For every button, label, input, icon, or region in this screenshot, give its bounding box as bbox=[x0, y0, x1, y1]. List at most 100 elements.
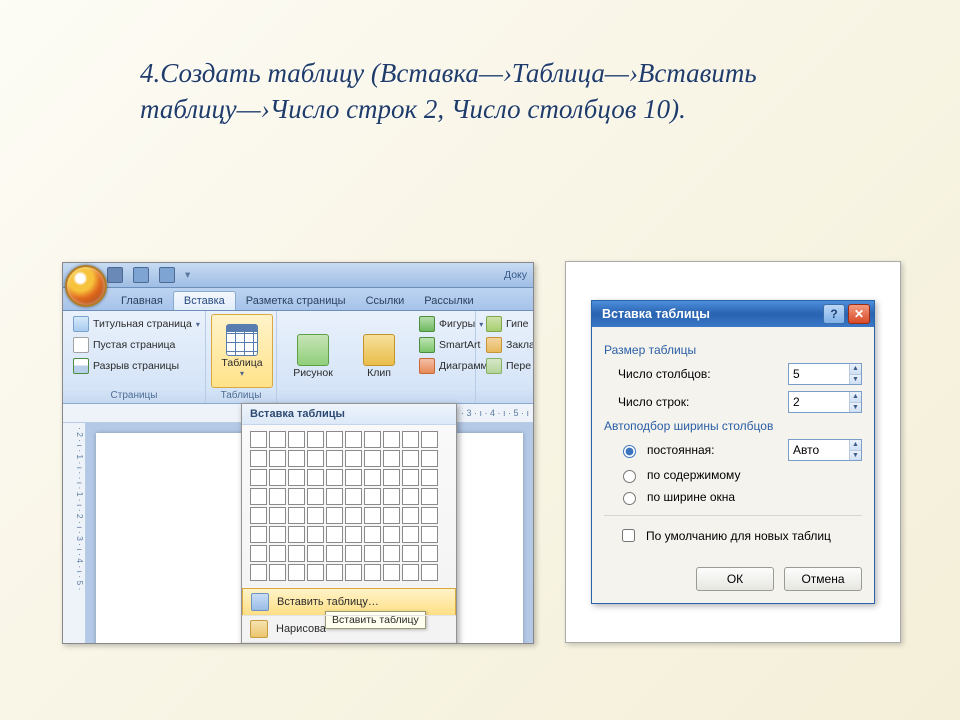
grid-cell[interactable] bbox=[269, 545, 286, 562]
grid-cell[interactable] bbox=[345, 545, 362, 562]
grid-cell[interactable] bbox=[383, 469, 400, 486]
table-size-grid[interactable] bbox=[242, 425, 456, 589]
grid-cell[interactable] bbox=[250, 431, 267, 448]
grid-cell[interactable] bbox=[250, 545, 267, 562]
remember-checkbox[interactable] bbox=[622, 529, 635, 542]
columns-spinner[interactable]: ▲ ▼ bbox=[788, 363, 862, 385]
rows-input[interactable] bbox=[789, 392, 849, 412]
redo-icon[interactable] bbox=[159, 267, 175, 283]
grid-cell[interactable] bbox=[269, 488, 286, 505]
grid-cell[interactable] bbox=[421, 488, 438, 505]
grid-cell[interactable] bbox=[307, 545, 324, 562]
page-break-button[interactable]: Разрыв страницы bbox=[68, 356, 200, 376]
grid-cell[interactable] bbox=[364, 469, 381, 486]
grid-cell[interactable] bbox=[345, 507, 362, 524]
blank-page-button[interactable]: Пустая страница bbox=[68, 335, 200, 355]
grid-cell[interactable] bbox=[307, 507, 324, 524]
grid-cell[interactable] bbox=[307, 488, 324, 505]
grid-cell[interactable] bbox=[421, 507, 438, 524]
autofit-window-radio[interactable] bbox=[623, 492, 636, 505]
grid-cell[interactable] bbox=[364, 545, 381, 562]
grid-cell[interactable] bbox=[421, 526, 438, 543]
close-button[interactable]: ✕ bbox=[848, 304, 870, 324]
columns-down[interactable]: ▼ bbox=[850, 374, 861, 385]
grid-cell[interactable] bbox=[364, 526, 381, 543]
table-button[interactable]: Таблица ▾ bbox=[211, 314, 273, 388]
grid-cell[interactable] bbox=[402, 431, 419, 448]
crossref-button[interactable]: Пере bbox=[481, 356, 534, 376]
help-button[interactable]: ? bbox=[823, 304, 845, 324]
grid-cell[interactable] bbox=[402, 488, 419, 505]
grid-cell[interactable] bbox=[326, 526, 343, 543]
ok-button[interactable]: ОК bbox=[696, 567, 774, 591]
grid-cell[interactable] bbox=[307, 526, 324, 543]
tab-references[interactable]: Ссылки bbox=[356, 292, 415, 310]
grid-cell[interactable] bbox=[269, 469, 286, 486]
grid-cell[interactable] bbox=[383, 431, 400, 448]
grid-cell[interactable] bbox=[383, 488, 400, 505]
grid-cell[interactable] bbox=[269, 526, 286, 543]
columns-up[interactable]: ▲ bbox=[850, 364, 861, 374]
grid-cell[interactable] bbox=[250, 488, 267, 505]
grid-cell[interactable] bbox=[421, 450, 438, 467]
grid-cell[interactable] bbox=[383, 526, 400, 543]
grid-cell[interactable] bbox=[383, 450, 400, 467]
grid-cell[interactable] bbox=[288, 564, 305, 581]
fixed-width-input[interactable] bbox=[789, 440, 849, 460]
grid-cell[interactable] bbox=[269, 431, 286, 448]
clipart-button[interactable]: Клип bbox=[348, 314, 410, 399]
grid-cell[interactable] bbox=[402, 507, 419, 524]
undo-icon[interactable] bbox=[133, 267, 149, 283]
grid-cell[interactable] bbox=[364, 450, 381, 467]
grid-cell[interactable] bbox=[250, 526, 267, 543]
grid-cell[interactable] bbox=[364, 488, 381, 505]
grid-cell[interactable] bbox=[307, 450, 324, 467]
office-button[interactable] bbox=[65, 265, 107, 307]
grid-cell[interactable] bbox=[250, 507, 267, 524]
grid-cell[interactable] bbox=[307, 469, 324, 486]
autofit-contents-radio[interactable] bbox=[623, 470, 636, 483]
cancel-button[interactable]: Отмена bbox=[784, 567, 862, 591]
draw-table-item[interactable]: Нарисова bbox=[242, 615, 456, 642]
grid-cell[interactable] bbox=[345, 469, 362, 486]
grid-cell[interactable] bbox=[383, 545, 400, 562]
fixed-width-spinner[interactable]: ▲ ▼ bbox=[788, 439, 862, 461]
grid-cell[interactable] bbox=[307, 564, 324, 581]
grid-cell[interactable] bbox=[421, 469, 438, 486]
grid-cell[interactable] bbox=[250, 450, 267, 467]
rows-spinner[interactable]: ▲ ▼ bbox=[788, 391, 862, 413]
grid-cell[interactable] bbox=[326, 488, 343, 505]
grid-cell[interactable] bbox=[421, 431, 438, 448]
grid-cell[interactable] bbox=[364, 507, 381, 524]
grid-cell[interactable] bbox=[326, 469, 343, 486]
grid-cell[interactable] bbox=[345, 431, 362, 448]
cover-page-button[interactable]: Титульная страница ▾ bbox=[68, 314, 200, 334]
grid-cell[interactable] bbox=[364, 431, 381, 448]
grid-cell[interactable] bbox=[288, 488, 305, 505]
grid-cell[interactable] bbox=[364, 564, 381, 581]
rows-up[interactable]: ▲ bbox=[850, 392, 861, 402]
columns-input[interactable] bbox=[789, 364, 849, 384]
grid-cell[interactable] bbox=[345, 450, 362, 467]
grid-cell[interactable] bbox=[421, 564, 438, 581]
grid-cell[interactable] bbox=[288, 450, 305, 467]
grid-cell[interactable] bbox=[326, 450, 343, 467]
bookmark-button[interactable]: Закла bbox=[481, 335, 534, 355]
picture-button[interactable]: Рисунок bbox=[282, 314, 344, 399]
tab-mailings[interactable]: Рассылки bbox=[414, 292, 483, 310]
grid-cell[interactable] bbox=[288, 431, 305, 448]
rows-down[interactable]: ▼ bbox=[850, 402, 861, 413]
grid-cell[interactable] bbox=[383, 564, 400, 581]
hyperlink-button[interactable]: Гипе bbox=[481, 314, 534, 334]
autofit-fixed-radio[interactable] bbox=[623, 445, 636, 458]
qat-dropdown-icon[interactable]: ▾ bbox=[185, 269, 190, 281]
grid-cell[interactable] bbox=[307, 431, 324, 448]
fixed-down[interactable]: ▼ bbox=[850, 450, 861, 461]
grid-cell[interactable] bbox=[250, 564, 267, 581]
grid-cell[interactable] bbox=[326, 431, 343, 448]
grid-cell[interactable] bbox=[269, 564, 286, 581]
grid-cell[interactable] bbox=[402, 526, 419, 543]
tab-page-layout[interactable]: Разметка страницы bbox=[236, 292, 356, 310]
grid-cell[interactable] bbox=[269, 450, 286, 467]
grid-cell[interactable] bbox=[269, 507, 286, 524]
